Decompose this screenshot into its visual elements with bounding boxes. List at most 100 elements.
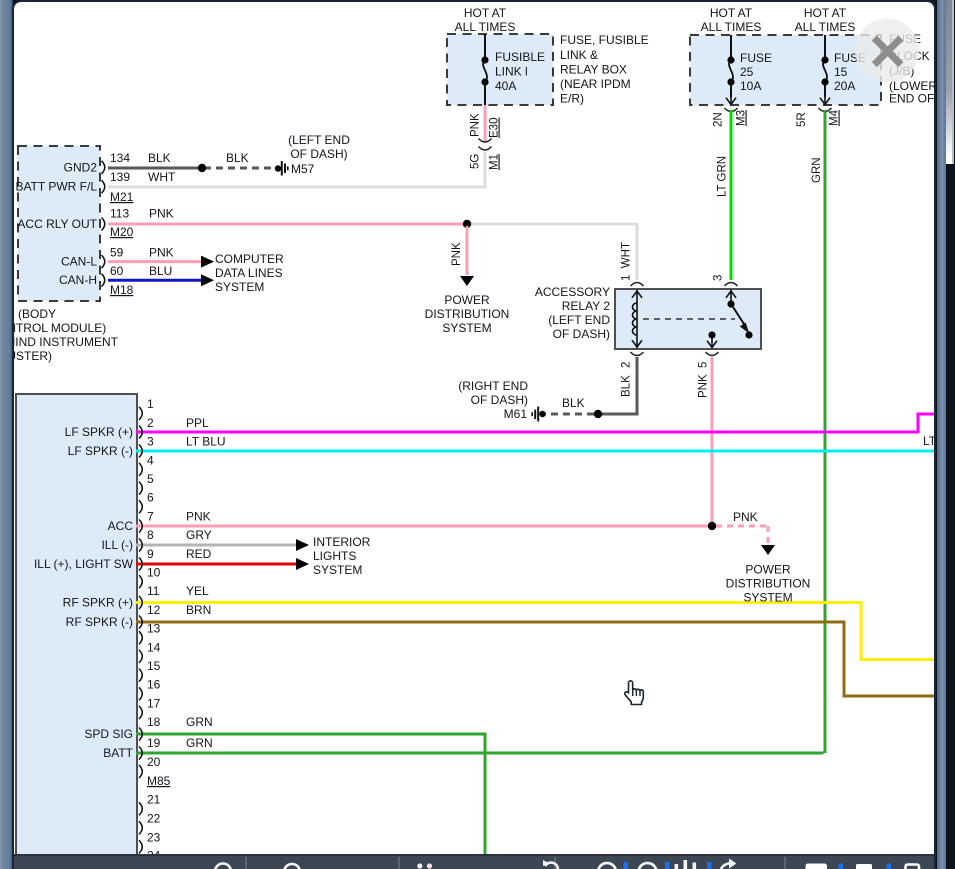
svg-text:134: 134 xyxy=(110,151,130,165)
svg-text:BLU: BLU xyxy=(149,264,172,278)
svg-text:(BEHIND INSTRUMENT: (BEHIND INSTRUMENT xyxy=(14,335,119,349)
svg-text:M61: M61 xyxy=(504,407,528,421)
svg-text:25: 25 xyxy=(740,65,754,79)
svg-text:HOT AT: HOT AT xyxy=(710,6,753,20)
svg-text:BLK: BLK xyxy=(226,151,249,165)
svg-text:5R: 5R xyxy=(796,112,808,127)
svg-text:PNK: PNK xyxy=(470,113,482,137)
svg-text:OF DASH): OF DASH) xyxy=(290,147,347,161)
svg-text:1: 1 xyxy=(147,397,154,411)
svg-text:5: 5 xyxy=(147,472,154,486)
svg-text:22: 22 xyxy=(147,812,161,826)
svg-text:19: 19 xyxy=(147,736,161,750)
svg-text:60: 60 xyxy=(110,264,124,278)
svg-text:PNK: PNK xyxy=(733,510,758,524)
svg-text:ACC: ACC xyxy=(108,519,134,533)
svg-text:20: 20 xyxy=(147,755,161,769)
svg-text:RF SPKR (+): RF SPKR (+) xyxy=(63,596,133,610)
svg-text:SYSTEM: SYSTEM xyxy=(313,563,362,577)
svg-text:OF DASH): OF DASH) xyxy=(553,327,610,341)
svg-text:40A: 40A xyxy=(495,79,516,93)
svg-text:RELAY 2: RELAY 2 xyxy=(562,299,611,313)
svg-text:3: 3 xyxy=(713,275,725,281)
svg-text:10A: 10A xyxy=(740,79,761,93)
svg-text:BATT: BATT xyxy=(103,746,133,760)
svg-text:GND2: GND2 xyxy=(64,161,98,175)
svg-text:RED: RED xyxy=(186,547,212,561)
svg-text:LT BLU: LT BLU xyxy=(923,434,936,448)
svg-text:M20: M20 xyxy=(110,225,134,239)
svg-text:M85: M85 xyxy=(147,774,171,788)
svg-text:(NEAR IPDM: (NEAR IPDM xyxy=(560,77,631,91)
svg-text:M21: M21 xyxy=(110,190,134,204)
svg-text:4: 4 xyxy=(147,453,154,467)
svg-text:M1: M1 xyxy=(489,154,501,170)
svg-text:M57: M57 xyxy=(291,162,315,176)
svg-text:PNK: PNK xyxy=(149,207,174,221)
svg-text:GRN: GRN xyxy=(186,715,213,729)
svg-text:DISTRIBUTION: DISTRIBUTION xyxy=(726,577,811,591)
svg-text:PPL: PPL xyxy=(186,416,209,430)
svg-text:POWER: POWER xyxy=(444,293,490,307)
svg-text:END OF DASH): END OF DASH) xyxy=(889,92,936,106)
svg-text:ILL (-): ILL (-) xyxy=(101,538,133,552)
svg-text:15: 15 xyxy=(147,659,161,673)
svg-text:(RIGHT END: (RIGHT END xyxy=(458,379,528,393)
svg-text:ACCESSORY: ACCESSORY xyxy=(535,285,610,299)
svg-text:PNK: PNK xyxy=(149,246,174,260)
svg-text:RELAY BOX: RELAY BOX xyxy=(560,63,627,77)
svg-text:13: 13 xyxy=(147,622,161,636)
svg-text:M4: M4 xyxy=(829,109,841,126)
svg-text:2: 2 xyxy=(621,362,633,368)
svg-text:ACC RLY OUT: ACC RLY OUT xyxy=(17,217,97,231)
svg-text:LINK l: LINK l xyxy=(495,65,528,79)
svg-text:GRN: GRN xyxy=(186,736,213,750)
svg-text:ALL TIMES: ALL TIMES xyxy=(795,20,856,34)
svg-text:5: 5 xyxy=(698,362,710,368)
svg-text:8: 8 xyxy=(147,528,154,542)
svg-text:3: 3 xyxy=(147,435,154,449)
svg-text:7: 7 xyxy=(147,509,154,523)
svg-text:(LEFT END: (LEFT END xyxy=(288,133,350,147)
svg-text:RF SPKR (-): RF SPKR (-) xyxy=(66,615,133,629)
svg-text:LT BLU: LT BLU xyxy=(186,435,226,449)
svg-text:23: 23 xyxy=(147,831,161,845)
svg-text:M18: M18 xyxy=(110,283,134,297)
svg-text:M3: M3 xyxy=(736,110,748,126)
svg-text:LIGHTS: LIGHTS xyxy=(313,549,356,563)
svg-text:16: 16 xyxy=(147,678,161,692)
svg-text:59: 59 xyxy=(110,246,124,260)
svg-text:LT GRN: LT GRN xyxy=(717,156,729,197)
svg-text:14: 14 xyxy=(147,640,161,654)
svg-text:E/R): E/R) xyxy=(560,92,584,106)
svg-text:CAN-L: CAN-L xyxy=(61,255,97,269)
svg-text:HOT AT: HOT AT xyxy=(804,6,847,20)
svg-text:PNK: PNK xyxy=(186,509,211,523)
svg-text:LF SPKR (+): LF SPKR (+) xyxy=(65,425,133,439)
svg-text:2: 2 xyxy=(147,416,154,430)
svg-text:ALL TIMES: ALL TIMES xyxy=(455,20,516,34)
svg-text:WHT: WHT xyxy=(148,170,176,184)
svg-text:12: 12 xyxy=(147,603,161,617)
svg-text:17: 17 xyxy=(147,696,161,710)
svg-text:10: 10 xyxy=(147,566,161,580)
svg-text:ILL (+), LIGHT SW: ILL (+), LIGHT SW xyxy=(34,557,134,571)
svg-text:BLK: BLK xyxy=(562,396,585,410)
svg-text:ALL TIMES: ALL TIMES xyxy=(701,20,762,34)
svg-text:COMPUTER: COMPUTER xyxy=(215,252,284,266)
svg-text:GRN: GRN xyxy=(811,157,823,183)
svg-text:113: 113 xyxy=(110,207,129,221)
svg-text:FUSE: FUSE xyxy=(740,51,772,65)
svg-text:11: 11 xyxy=(147,584,160,598)
svg-text:BLK: BLK xyxy=(621,375,633,397)
svg-text:FUSIBLE: FUSIBLE xyxy=(495,50,545,64)
svg-text:OF DASH): OF DASH) xyxy=(471,393,528,407)
svg-text:(BODY: (BODY xyxy=(18,307,56,321)
svg-text:18: 18 xyxy=(147,715,161,729)
svg-text:21: 21 xyxy=(147,793,161,807)
svg-text:YEL: YEL xyxy=(186,584,209,598)
svg-text:HOT AT: HOT AT xyxy=(464,6,507,20)
svg-text:FUSE, FUSIBLE: FUSE, FUSIBLE xyxy=(560,33,649,47)
svg-text:(LEFT END: (LEFT END xyxy=(548,313,610,327)
svg-text:BLK: BLK xyxy=(148,151,171,165)
